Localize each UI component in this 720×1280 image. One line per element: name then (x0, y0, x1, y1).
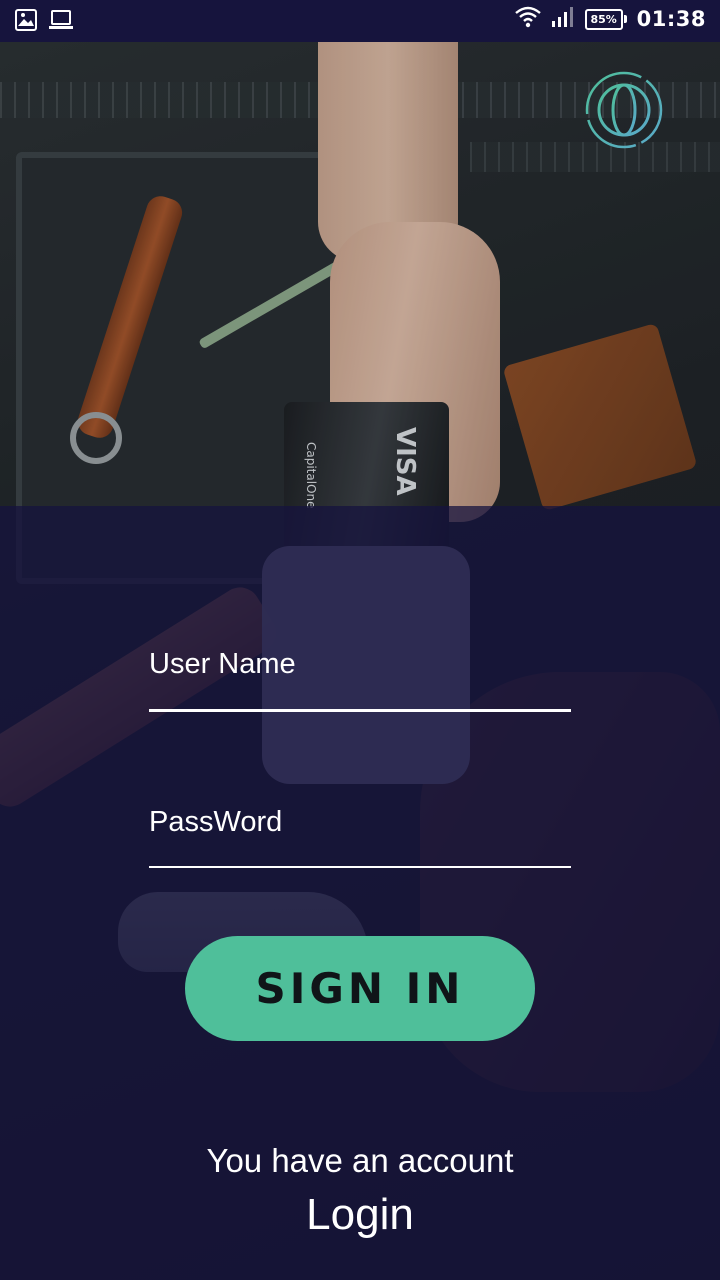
login-link[interactable]: Login (0, 1190, 720, 1240)
status-time: 01:38 (636, 7, 706, 31)
account-prompt: You have an account (206, 1142, 514, 1179)
wifi-icon (514, 6, 541, 32)
laptop-icon (48, 8, 74, 36)
sign-in-label: SIGN IN (255, 964, 465, 1013)
password-underline (149, 866, 571, 868)
status-left-icons (14, 8, 74, 36)
password-label: PassWord (149, 806, 283, 838)
sign-in-button[interactable]: SIGN IN (185, 936, 535, 1041)
username-label: User Name (149, 648, 296, 680)
signal-icon (551, 6, 575, 32)
password-field[interactable]: PassWord (149, 803, 571, 873)
battery-level: 85% (584, 8, 623, 30)
status-right: 85% 01:38 (514, 6, 706, 32)
username-field[interactable]: User Name (149, 645, 571, 715)
status-bar: 85% 01:38 (0, 0, 720, 42)
gallery-icon (14, 8, 38, 36)
globe-icon (585, 71, 663, 149)
battery-icon: 85% (584, 8, 627, 30)
language-button[interactable] (584, 70, 664, 150)
username-underline (149, 709, 571, 712)
